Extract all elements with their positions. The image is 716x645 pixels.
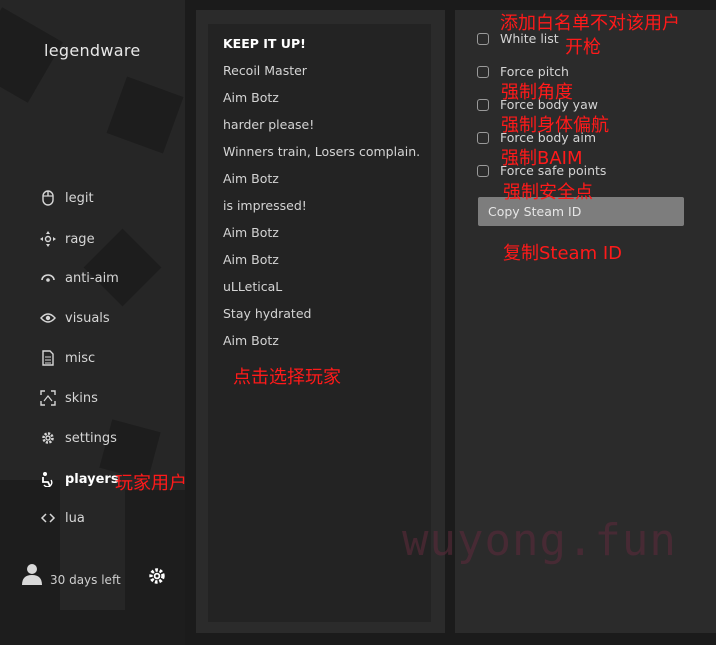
config-gear-icon[interactable] bbox=[147, 566, 167, 590]
document-icon bbox=[40, 350, 56, 366]
checkbox-box[interactable] bbox=[477, 65, 489, 78]
annotation-body-yaw: 强制身体偏航 bbox=[501, 115, 609, 136]
sidebar-item-players[interactable]: players bbox=[40, 468, 119, 490]
sidebar-item-skins[interactable]: skins bbox=[40, 387, 98, 409]
player-item[interactable]: is impressed! bbox=[223, 198, 307, 213]
player-item[interactable]: Aim Botz bbox=[223, 252, 279, 267]
player-item[interactable]: Winners train, Losers complain. bbox=[223, 144, 420, 159]
sidebar-item-label: misc bbox=[65, 350, 96, 366]
sidebar-item-label: players bbox=[65, 471, 119, 487]
player-item[interactable]: uLLeticaL bbox=[223, 279, 282, 294]
annotation-baim: 强制BAIM bbox=[501, 148, 583, 169]
annotation-whitelist: 添加白名单不对该用户 bbox=[500, 13, 680, 34]
annotation-players-user: 玩家用户 bbox=[115, 473, 187, 494]
sidebar-item-anti-aim[interactable]: anti-aim bbox=[40, 267, 119, 289]
checkbox-box[interactable] bbox=[477, 164, 489, 177]
sidebar-item-label: visuals bbox=[65, 310, 110, 326]
sidebar-item-label: legit bbox=[65, 190, 94, 206]
annotation-whitelist-cont: 开枪 bbox=[565, 37, 601, 58]
sidebar-item-misc[interactable]: misc bbox=[40, 347, 95, 369]
player-item[interactable]: Aim Botz bbox=[223, 225, 279, 240]
annotation-force-pitch: 强制角度 bbox=[501, 82, 573, 103]
sidebar-item-legit[interactable]: legit bbox=[40, 187, 94, 209]
sidebar-item-label: lua bbox=[65, 510, 85, 526]
sidebar: legendware legit rage anti-aim visuals m… bbox=[0, 0, 185, 645]
checkbox-label: Force pitch bbox=[500, 64, 569, 79]
player-item[interactable]: KEEP IT UP! bbox=[223, 36, 306, 51]
sidebar-item-rage[interactable]: rage bbox=[40, 228, 95, 250]
anti-aim-icon bbox=[40, 270, 56, 286]
subscription-days: 30 days left bbox=[50, 573, 121, 587]
crosshair-icon bbox=[40, 231, 56, 247]
skins-icon bbox=[40, 390, 56, 406]
code-icon bbox=[40, 510, 56, 526]
user-info: 30 days left bbox=[22, 563, 121, 589]
checkbox-box[interactable] bbox=[477, 131, 489, 144]
checkbox-box[interactable] bbox=[477, 32, 489, 45]
mouse-icon bbox=[40, 190, 56, 206]
player-item[interactable]: harder please! bbox=[223, 117, 314, 132]
app-logo: legendware bbox=[44, 41, 141, 60]
player-item[interactable]: Stay hydrated bbox=[223, 306, 311, 321]
player-item[interactable]: Aim Botz bbox=[223, 333, 279, 348]
checkbox-box[interactable] bbox=[477, 98, 489, 111]
annotation-select-player: 点击选择玩家 bbox=[233, 367, 341, 388]
annotation-safe-points: 强制安全点 bbox=[503, 182, 593, 203]
sidebar-item-settings[interactable]: settings bbox=[40, 427, 117, 449]
sidebar-item-label: skins bbox=[65, 390, 98, 406]
sidebar-item-label: settings bbox=[65, 430, 117, 446]
annotation-copy-id: 复制Steam ID bbox=[503, 243, 623, 264]
gear-icon bbox=[40, 430, 56, 446]
background-decoration bbox=[106, 76, 184, 154]
player-item[interactable]: Recoil Master bbox=[223, 63, 307, 78]
avatar[interactable] bbox=[22, 563, 42, 589]
sidebar-item-label: anti-aim bbox=[65, 270, 119, 286]
player-item[interactable]: Aim Botz bbox=[223, 90, 279, 105]
players-list[interactable]: KEEP IT UP! Recoil Master Aim Botz harde… bbox=[208, 24, 431, 622]
watermark: wuyong.fun bbox=[402, 515, 677, 566]
sidebar-item-visuals[interactable]: visuals bbox=[40, 307, 110, 329]
background-decoration bbox=[60, 610, 125, 645]
players-icon bbox=[40, 471, 56, 487]
sidebar-item-lua[interactable]: lua bbox=[40, 507, 85, 529]
player-item[interactable]: Aim Botz bbox=[223, 171, 279, 186]
force-pitch-checkbox[interactable]: Force pitch bbox=[477, 64, 569, 79]
sidebar-item-label: rage bbox=[65, 231, 95, 247]
eye-icon bbox=[40, 310, 56, 326]
